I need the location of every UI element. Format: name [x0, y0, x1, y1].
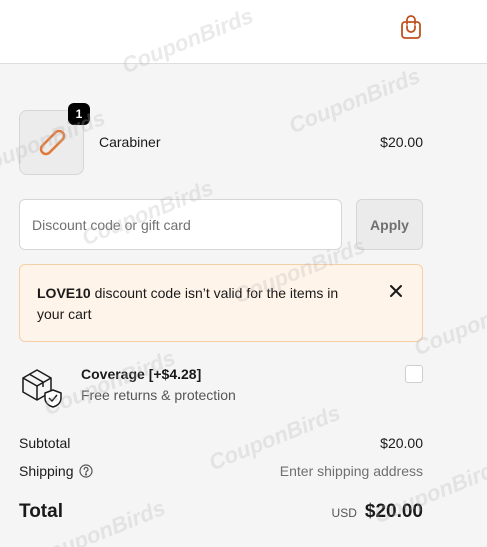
shopping-bag-icon[interactable] [399, 14, 423, 40]
shipping-value: Enter shipping address [279, 463, 423, 479]
help-icon[interactable] [79, 464, 93, 478]
coverage-subtitle: Free returns & protection [81, 387, 236, 403]
discount-error-banner: LOVE10 discount code isn’t valid for the… [19, 264, 423, 342]
coverage-option: Coverage [+$4.28] Free returns & protect… [19, 364, 423, 412]
total-amount: USD $20.00 [332, 501, 423, 523]
error-message: LOVE10 discount code isn’t valid for the… [37, 283, 357, 325]
order-summary: 1 Carabiner $20.00 Apply LOVE10 discount… [0, 64, 487, 547]
total-value: $20.00 [364, 501, 423, 522]
coverage-checkbox[interactable] [405, 365, 423, 383]
product-name: Carabiner [99, 134, 161, 150]
discount-code-input[interactable] [19, 199, 342, 250]
carabiner-icon [39, 129, 66, 156]
quantity-badge: 1 [68, 103, 90, 125]
subtotal-value: $20.00 [380, 435, 423, 451]
total-row: Total USD $20.00 [19, 501, 423, 525]
total-label: Total [19, 501, 63, 522]
subtotal-label: Subtotal [19, 435, 71, 451]
shipping-label: Shipping [19, 463, 74, 479]
product-price: $20.00 [380, 134, 423, 150]
package-shield-icon [22, 369, 62, 408]
close-icon[interactable] [387, 282, 405, 300]
currency-code: USD [331, 506, 357, 520]
header [0, 0, 487, 64]
line-item: 1 Carabiner $20.00 [19, 103, 423, 175]
apply-button[interactable]: Apply [356, 199, 423, 250]
coverage-title: Coverage [+$4.28] [81, 366, 202, 382]
error-code: LOVE10 [37, 285, 91, 301]
